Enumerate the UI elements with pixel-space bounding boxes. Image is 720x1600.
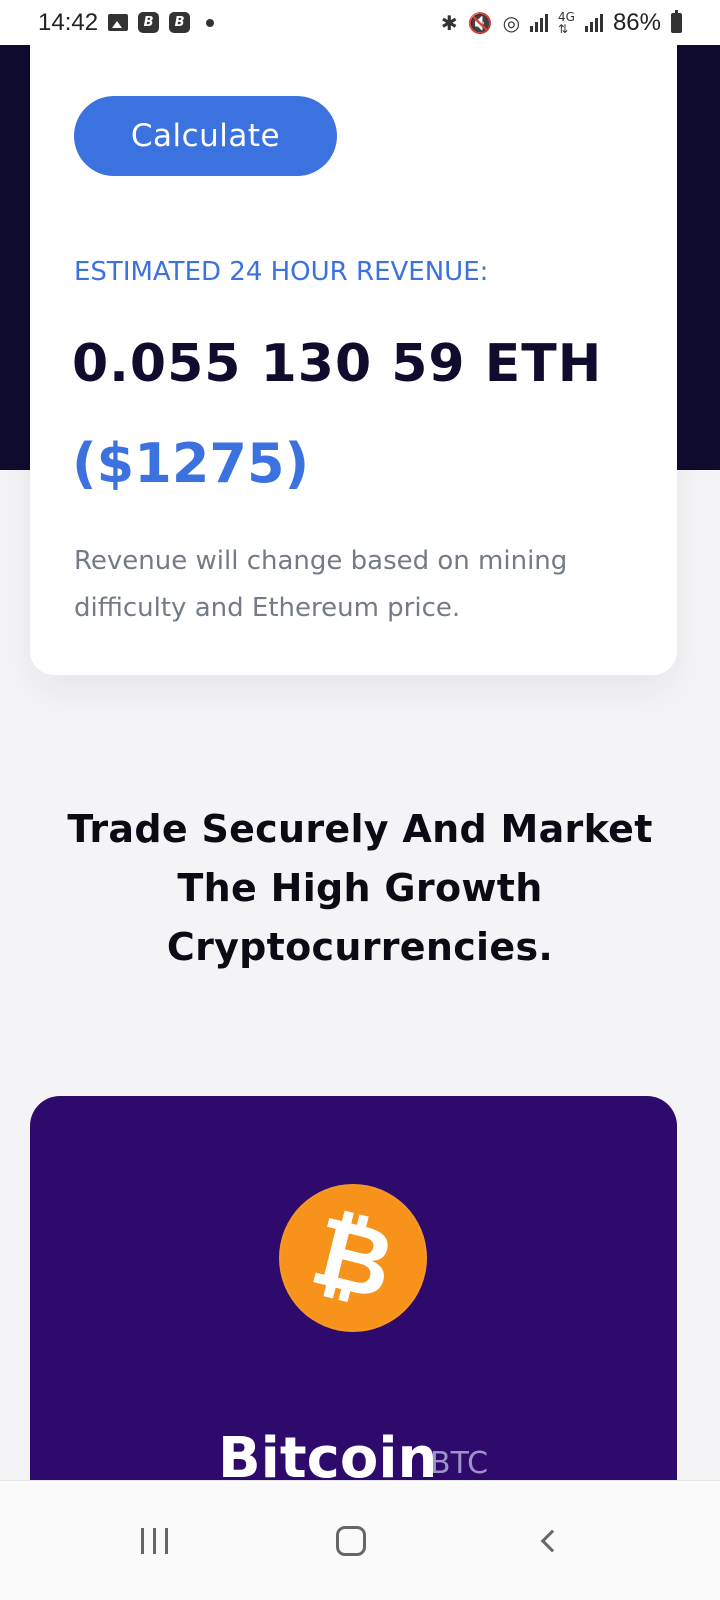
- usd-revenue-amount: ($1275): [72, 432, 310, 495]
- status-bar: 14:42 B B ✱ 🔇 ◎ 4G ⇅ 86%: [0, 0, 720, 45]
- gallery-icon: [108, 14, 129, 31]
- 4g-icon: 4G ⇅: [558, 9, 575, 36]
- home-button[interactable]: [291, 1481, 411, 1600]
- calculate-button[interactable]: Calculate: [74, 96, 337, 176]
- mute-icon: 🔇: [467, 10, 493, 35]
- hotspot-icon: ◎: [502, 10, 521, 35]
- recents-icon: [140, 1528, 168, 1554]
- b-app-icon: B: [169, 12, 191, 33]
- dot-icon: [200, 18, 215, 27]
- status-bar-left: 14:42 B B: [38, 8, 215, 37]
- signal-icon: [530, 13, 549, 32]
- recents-button[interactable]: [94, 1481, 214, 1600]
- b-app-icon: B: [138, 12, 160, 33]
- back-button[interactable]: [488, 1481, 608, 1600]
- home-icon: [336, 1526, 366, 1556]
- battery-percent: 86%: [612, 8, 661, 36]
- estimate-label: ESTIMATED 24 HOUR REVENUE:: [74, 257, 489, 287]
- revenue-note: Revenue will change based on mining diff…: [74, 546, 568, 623]
- bluetooth-icon: ✱: [440, 10, 458, 35]
- coin-card-bitcoin[interactable]: ₿ Bitcoin BTC: [30, 1096, 677, 1516]
- bitcoin-glyph: ₿: [301, 1194, 405, 1322]
- signal-icon: [584, 13, 603, 32]
- status-bar-right: ✱ 🔇 ◎ 4G ⇅ 86%: [441, 9, 682, 37]
- back-icon: [540, 1529, 564, 1553]
- bitcoin-icon: ₿: [279, 1184, 427, 1332]
- navigation-bar: [0, 1480, 720, 1600]
- eth-revenue-amount: 0.055 130 59 ETH: [72, 334, 603, 394]
- status-time: 14:42: [38, 8, 99, 36]
- screen: 14:42 B B ✱ 🔇 ◎ 4G ⇅ 86% Calculate ESTIMA…: [0, 0, 720, 1600]
- battery-icon: [671, 9, 682, 33]
- coin-symbol: BTC: [430, 1446, 489, 1481]
- section-headline: Trade Securely And Market The High Growt…: [67, 807, 653, 969]
- revenue-card: Calculate ESTIMATED 24 HOUR REVENUE: 0.0…: [30, 10, 677, 675]
